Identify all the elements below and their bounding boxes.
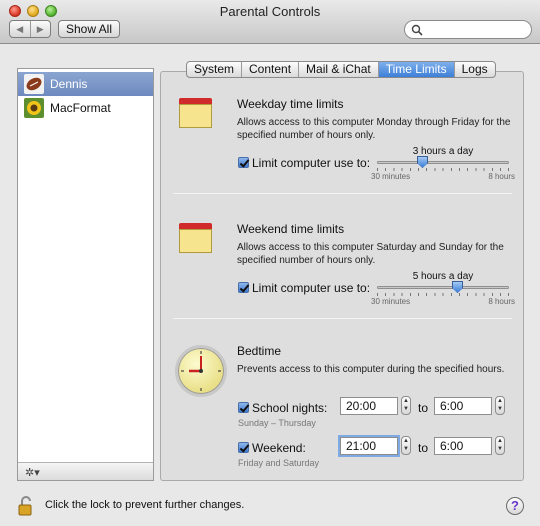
user-item-macformat[interactable]: MacFormat bbox=[18, 96, 153, 120]
checkbox-checked-icon bbox=[238, 442, 249, 453]
school-nights-checkbox[interactable]: School nights: bbox=[238, 401, 327, 415]
weekday-description: Allows access to this computer Monday th… bbox=[237, 117, 511, 141]
weekend-title: Weekend time limits bbox=[237, 222, 345, 236]
section-divider bbox=[173, 193, 512, 194]
slider-max-label: 8 hours bbox=[488, 172, 515, 181]
user-name-label: Dennis bbox=[50, 77, 88, 91]
weekend-limit-label: Limit computer use to: bbox=[252, 281, 371, 295]
forward-arrow-icon[interactable]: ▶ bbox=[31, 21, 51, 37]
clock-icon bbox=[175, 345, 227, 397]
user-item-dennis[interactable]: Dennis bbox=[18, 72, 153, 96]
calendar-icon bbox=[179, 98, 212, 128]
slider-thumb[interactable] bbox=[417, 156, 428, 168]
window-title: Parental Controls bbox=[219, 4, 321, 19]
section-divider bbox=[173, 318, 512, 319]
slider-min-label: 30 minutes bbox=[371, 297, 411, 306]
weekend-hours-value: 5 hours a day bbox=[412, 271, 474, 282]
show-all-button[interactable]: Show All bbox=[58, 20, 120, 38]
tab-bar: System Content Mail & iChat Time Limits … bbox=[186, 61, 496, 78]
slider-min-label: 30 minutes bbox=[371, 172, 411, 181]
school-nights-start-field[interactable]: 20:00 bbox=[340, 397, 398, 415]
tab-logs[interactable]: Logs bbox=[455, 62, 495, 77]
checkbox-checked-icon bbox=[238, 157, 249, 168]
tab-time-limits[interactable]: Time Limits bbox=[378, 62, 455, 77]
search-field[interactable] bbox=[404, 20, 532, 39]
weekend-start-field[interactable]: 21:00 bbox=[340, 437, 398, 455]
to-label: to bbox=[418, 441, 429, 455]
weekend-limit-checkbox[interactable]: Limit computer use to: bbox=[238, 281, 370, 295]
help-button[interactable]: ? bbox=[506, 497, 524, 515]
school-end-stepper[interactable]: ▲ ▼ bbox=[495, 396, 505, 415]
lock-message: Click the lock to prevent further change… bbox=[45, 499, 245, 511]
weekday-limit-label: Limit computer use to: bbox=[252, 156, 371, 170]
tab-system[interactable]: System bbox=[187, 62, 243, 77]
bedtime-title: Bedtime bbox=[237, 344, 282, 358]
weekend-bedtime-checkbox[interactable]: Weekend: bbox=[238, 441, 306, 455]
weekday-title: Weekday time limits bbox=[237, 97, 344, 111]
school-nights-days: Sunday – Thursday bbox=[238, 418, 316, 428]
checkbox-checked-icon bbox=[238, 282, 249, 293]
slider-thumb[interactable] bbox=[452, 281, 463, 293]
window-titlebar: Parental Controls ◀ ▶ Show All bbox=[0, 0, 540, 44]
weekend-description: Allows access to this computer Saturday … bbox=[237, 242, 504, 266]
user-list: Dennis MacFormat ✲▾ bbox=[17, 68, 154, 481]
school-start-stepper[interactable]: ▲ ▼ bbox=[401, 396, 411, 415]
to-label: to bbox=[418, 401, 429, 415]
weekend-bedtime-label: Weekend: bbox=[252, 441, 306, 455]
back-forward-control: ◀ ▶ bbox=[9, 20, 51, 38]
bedtime-description: Prevents access to this computer during … bbox=[237, 364, 505, 375]
tab-content[interactable]: Content bbox=[242, 62, 300, 77]
weekend-start-stepper[interactable]: ▲ ▼ bbox=[401, 436, 411, 455]
school-nights-label: School nights: bbox=[252, 401, 328, 415]
user-list-footer: ✲▾ bbox=[18, 462, 153, 480]
weekday-hours-value: 3 hours a day bbox=[412, 146, 474, 157]
calendar-icon bbox=[179, 223, 212, 253]
tab-mail-ichat[interactable]: Mail & iChat bbox=[299, 62, 379, 77]
slider-max-label: 8 hours bbox=[488, 297, 515, 306]
weekday-section: Weekday time limits Allows access to thi… bbox=[161, 92, 523, 192]
football-avatar-icon bbox=[24, 74, 44, 94]
back-arrow-icon[interactable]: ◀ bbox=[10, 21, 31, 37]
gear-menu-icon[interactable]: ✲▾ bbox=[25, 466, 43, 479]
weekend-section: Weekend time limits Allows access to thi… bbox=[161, 217, 523, 317]
sunflower-avatar-icon bbox=[24, 98, 44, 118]
weekend-end-field[interactable]: 6:00 bbox=[434, 437, 492, 455]
weekday-limit-checkbox[interactable]: Limit computer use to: bbox=[238, 156, 370, 170]
checkbox-checked-icon bbox=[238, 402, 249, 413]
weekend-end-stepper[interactable]: ▲ ▼ bbox=[495, 436, 505, 455]
school-nights-end-field[interactable]: 6:00 bbox=[434, 397, 492, 415]
weekend-days: Friday and Saturday bbox=[238, 458, 320, 468]
search-icon bbox=[411, 24, 423, 36]
unlocked-padlock-icon[interactable] bbox=[17, 496, 37, 516]
user-name-label: MacFormat bbox=[50, 101, 111, 115]
